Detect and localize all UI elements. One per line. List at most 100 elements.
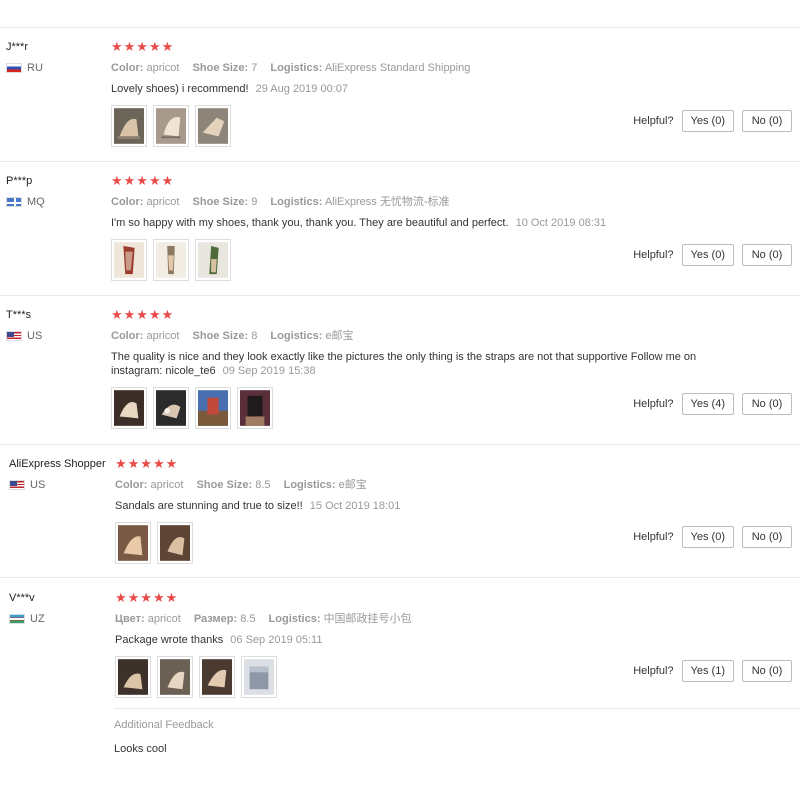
review-photo-thumb[interactable]: [115, 522, 151, 564]
reviewer-country: UZ: [9, 613, 109, 625]
review-content: ★★★★★ Color: apricot Shoe Size: 8 Logist…: [111, 308, 711, 429]
reviewer-info: P***p MQ: [6, 174, 106, 208]
review-photos: [111, 387, 711, 429]
attr-value: AliExpress 无忧物流-标准: [324, 196, 450, 208]
attr-key: Logistics:: [270, 330, 323, 342]
sku-attributes: Color: apricot Shoe Size: 7 Logistics: A…: [111, 61, 711, 75]
attr-key: Color:: [115, 479, 148, 491]
review-photos: [115, 656, 715, 698]
review-timestamp: 15 Oct 2019 18:01: [309, 500, 401, 512]
review-text: Sandals are stunning and true to size!! …: [115, 499, 715, 513]
review-timestamp: 09 Sep 2019 15:38: [222, 365, 316, 377]
star-rating: ★★★★★: [115, 590, 179, 605]
reviewer-country: US: [9, 479, 109, 491]
country-code: RU: [27, 62, 43, 74]
reviewer-info: V***v UZ: [9, 591, 109, 625]
helpful-yes-button[interactable]: Yes (4): [681, 393, 734, 415]
country-code: UZ: [30, 613, 45, 625]
helpful-no-button[interactable]: No (0): [742, 110, 792, 132]
helpful-yes-button[interactable]: Yes (0): [681, 244, 734, 266]
attr-value: apricot: [146, 62, 180, 74]
star-rating: ★★★★★: [111, 307, 175, 322]
review-content: ★★★★★ Color: apricot Shoe Size: 7 Logist…: [111, 40, 711, 147]
attr-value: apricot: [146, 330, 180, 342]
review-photo-thumb[interactable]: [195, 387, 231, 429]
flag-icon: [9, 480, 25, 490]
review-divider: [0, 444, 800, 445]
helpful-no-button[interactable]: No (0): [742, 393, 792, 415]
review-photo-thumb[interactable]: [111, 387, 147, 429]
review-photo-thumb[interactable]: [195, 105, 231, 147]
reviewer-name: T***s: [6, 309, 32, 321]
reviewer-info: AliExpress Shopper US: [9, 457, 109, 491]
attr-value: 9: [251, 196, 258, 208]
review-divider: [0, 161, 800, 162]
additional-feedback-title: Additional Feedback: [114, 719, 214, 731]
attr-value: 中国邮政挂号小包: [323, 613, 412, 625]
reviewer-name: V***v: [9, 592, 35, 604]
reviewer-country: MQ: [6, 196, 106, 208]
review-text: The quality is nice and they look exactl…: [111, 350, 711, 378]
flag-icon: [9, 614, 25, 624]
review-photo-thumb[interactable]: [153, 105, 189, 147]
review-photo-thumb[interactable]: [153, 239, 189, 281]
review-photos: [111, 105, 711, 147]
helpful-no-button[interactable]: No (0): [742, 244, 792, 266]
helpful-votes: Helpful? Yes (0) No (0): [633, 244, 792, 266]
helpful-yes-button[interactable]: Yes (1): [681, 660, 734, 682]
top-divider: [0, 27, 800, 28]
reviewer-name: P***p: [6, 175, 33, 187]
reviewer-info: T***s US: [6, 308, 106, 342]
helpful-yes-button[interactable]: Yes (0): [681, 110, 734, 132]
review-body: Lovely shoes) i recommend!: [111, 83, 249, 95]
review-divider: [0, 577, 800, 578]
review-photo-thumb[interactable]: [199, 656, 235, 698]
review-text: Lovely shoes) i recommend! 29 Aug 2019 0…: [111, 82, 711, 96]
country-code: MQ: [27, 196, 45, 208]
review-photo-thumb[interactable]: [241, 656, 277, 698]
sku-attributes: Цвет: apricot Размер: 8.5 Logistics: 中国邮…: [115, 612, 715, 626]
attr-key: Logistics:: [268, 613, 321, 625]
review-photo-thumb[interactable]: [237, 387, 273, 429]
flag-icon: [6, 331, 22, 341]
attr-value: 8: [251, 330, 258, 342]
review-body: The quality is nice and they look exactl…: [111, 351, 697, 377]
review-body: Sandals are stunning and true to size!!: [115, 500, 303, 512]
attr-key: Logistics:: [270, 196, 323, 208]
attr-value: 8.5: [255, 479, 271, 491]
review-photo-thumb[interactable]: [157, 522, 193, 564]
reviewer-info: J***r RU: [6, 40, 106, 74]
review-text: Package wrote thanks 06 Sep 2019 05:11: [115, 633, 715, 647]
reviewer-country: US: [6, 330, 106, 342]
attr-value: e邮宝: [338, 479, 367, 491]
helpful-votes: Helpful? Yes (4) No (0): [633, 393, 792, 415]
review-photos: [111, 239, 711, 281]
country-code: US: [30, 479, 46, 491]
review-photo-thumb[interactable]: [153, 387, 189, 429]
star-rating: ★★★★★: [115, 456, 179, 471]
review-body: Package wrote thanks: [115, 634, 224, 646]
review-photo-thumb[interactable]: [157, 656, 193, 698]
helpful-label: Helpful?: [633, 665, 674, 677]
review-photo-thumb[interactable]: [111, 239, 147, 281]
helpful-yes-button[interactable]: Yes (0): [681, 526, 734, 548]
helpful-no-button[interactable]: No (0): [742, 526, 792, 548]
flag-icon: [6, 197, 22, 207]
review-divider: [0, 295, 800, 296]
helpful-no-button[interactable]: No (0): [742, 660, 792, 682]
review-photo-thumb[interactable]: [195, 239, 231, 281]
attr-key: Color:: [111, 196, 144, 208]
review-timestamp: 10 Oct 2019 08:31: [515, 217, 607, 229]
reviewer-name: AliExpress Shopper: [9, 458, 106, 470]
attr-value: 8.5: [240, 613, 256, 625]
review-content: ★★★★★ Color: apricot Shoe Size: 9 Logist…: [111, 174, 711, 281]
helpful-label: Helpful?: [633, 531, 674, 543]
review-photo-thumb[interactable]: [111, 105, 147, 147]
flag-icon: [6, 63, 22, 73]
review-timestamp: 06 Sep 2019 05:11: [230, 634, 323, 646]
country-code: US: [27, 330, 43, 342]
review-photo-thumb[interactable]: [115, 656, 151, 698]
sku-attributes: Color: apricot Shoe Size: 8 Logistics: e…: [111, 329, 711, 343]
attr-value: AliExpress Standard Shipping: [324, 62, 471, 74]
helpful-label: Helpful?: [633, 115, 674, 127]
